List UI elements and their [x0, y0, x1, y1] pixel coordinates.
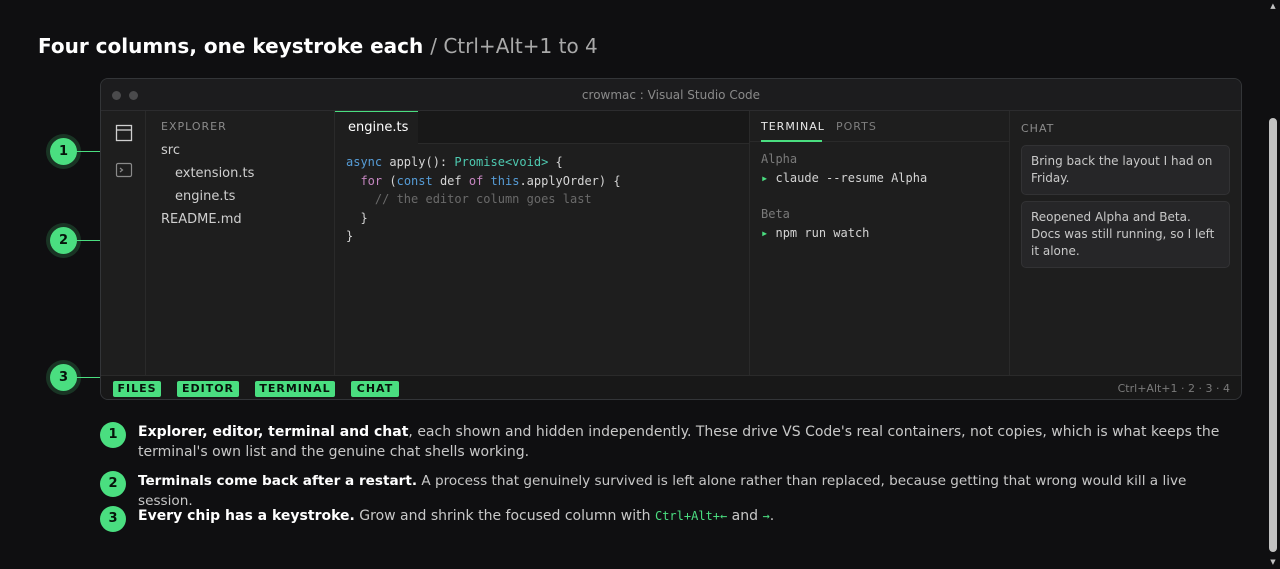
note-3-body: Grow and shrink the focused column with	[354, 508, 655, 524]
chip-files[interactable]: FILES	[113, 381, 161, 397]
status-bar: FILES EDITOR TERMINAL CHAT Ctrl+Alt+1 · …	[101, 375, 1241, 399]
scroll-up-icon[interactable]: ▲	[1269, 2, 1277, 10]
note-1-text: Explorer, editor, terminal and chat, eac…	[138, 422, 1243, 462]
code-token: {	[548, 155, 563, 169]
terminal-session-alpha-command[interactable]: ▸ claude --resume Alpha	[761, 171, 927, 185]
editor-panel: engine.ts async apply(): Promise<void> {…	[335, 111, 750, 375]
editor-tab-engine-ts[interactable]: engine.ts	[335, 111, 418, 144]
note-3-bold: Every chip has a keystroke.	[138, 508, 355, 524]
code-token: of	[468, 173, 484, 188]
prompt-icon: ▸	[761, 226, 769, 240]
note-1-number: 1	[100, 422, 126, 448]
chip-editor[interactable]: EDITOR	[177, 381, 239, 397]
activity-bar	[101, 111, 146, 375]
code-token: const	[396, 173, 433, 188]
note-2-bold: Terminals come back after a restart.	[138, 473, 417, 489]
note-2-text: Terminals come back after a restart. A p…	[138, 471, 1243, 511]
status-shortcut-hint: Ctrl+Alt+1 · 2 · 3 · 4	[1117, 382, 1230, 395]
shortcut-shrink: →	[762, 509, 770, 523]
code-view[interactable]: async apply(): Promise<void> { for (cons…	[346, 153, 621, 246]
code-token: def	[432, 173, 469, 188]
explorer-item-readme[interactable]: README.md	[161, 212, 242, 227]
code-token: }	[360, 210, 368, 225]
code-token: (	[382, 173, 397, 188]
page-title-subtitle: / Ctrl+Alt+1 to 4	[430, 34, 598, 58]
note-3-end: .	[769, 508, 775, 524]
explorer-item-engine-ts[interactable]: engine.ts	[175, 189, 235, 204]
chat-panel: CHAT Bring back the layout I had on Frid…	[1010, 111, 1241, 375]
note-2: 2 Terminals come back after a restart. A…	[100, 471, 1250, 509]
terminal-command-text: npm run watch	[775, 226, 870, 240]
shortcut-grow: Ctrl+Alt+←	[654, 509, 728, 523]
terminal-tab-bar: TERMINAL PORTS	[750, 111, 1009, 142]
terminal-panel: TERMINAL PORTS Alpha ▸ claude --resume A…	[750, 111, 1010, 375]
explorer-panel: EXPLORER src extension.ts engine.ts READ…	[146, 111, 335, 375]
code-token: apply():	[382, 155, 455, 169]
code-token: async	[346, 155, 383, 169]
marker-3: 3	[50, 364, 77, 391]
note-3-text: Every chip has a keystroke. Grow and shr…	[138, 506, 1243, 526]
prompt-icon: ▸	[761, 171, 769, 185]
note-3-mid: and	[727, 508, 763, 524]
chat-message-user: Bring back the layout I had on Friday.	[1021, 145, 1230, 195]
scrollbar-thumb[interactable]	[1269, 118, 1277, 552]
note-3: 3 Every chip has a keystroke. Grow and s…	[100, 506, 1250, 532]
explorer-item-extension-ts[interactable]: extension.ts	[175, 166, 254, 181]
chip-chat[interactable]: CHAT	[351, 381, 399, 397]
chat-header: CHAT	[1021, 122, 1055, 135]
vscode-window: crowmac : Visual Studio Code EXPLORER sr…	[100, 78, 1242, 400]
title-bar: crowmac : Visual Studio Code	[101, 79, 1241, 111]
page-title-main: Four columns, one keystroke each	[38, 34, 424, 58]
editor-tab-bar: engine.ts	[335, 111, 749, 144]
tab-terminal[interactable]: TERMINAL	[761, 120, 825, 133]
terminal-command-text: claude --resume Alpha	[775, 171, 928, 185]
page-title: Four columns, one keystroke each / Ctrl+…	[38, 34, 598, 58]
note-1-bold: Explorer, editor, terminal and chat	[138, 424, 409, 440]
code-token: Promise<void>	[454, 155, 549, 169]
note-2-number: 2	[100, 471, 126, 497]
files-layout-icon[interactable]	[114, 123, 134, 143]
note-3-number: 3	[100, 506, 126, 532]
chat-message-assistant: Reopened Alpha and Beta. Docs was still …	[1021, 201, 1230, 268]
explorer-item-src[interactable]: src	[161, 143, 180, 158]
terminal-session-beta-command[interactable]: ▸ npm run watch	[761, 226, 869, 240]
tab-ports[interactable]: PORTS	[836, 120, 877, 133]
code-token: this	[490, 173, 520, 188]
explorer-header: EXPLORER	[161, 120, 227, 133]
page-scrollbar[interactable]: ▲ ▼	[1266, 0, 1280, 569]
terminal-icon[interactable]	[114, 160, 134, 180]
code-comment: // the editor column goes last	[374, 192, 592, 206]
window-title: crowmac : Visual Studio Code	[581, 88, 761, 102]
marker-2: 2	[50, 227, 77, 254]
chip-terminal[interactable]: TERMINAL	[255, 381, 335, 397]
code-token: }	[346, 229, 354, 243]
code-token: .applyOrder) {	[519, 173, 621, 188]
terminal-tab-indicator	[761, 140, 822, 142]
terminal-session-alpha-label: Alpha	[761, 152, 798, 166]
terminal-session-beta-label: Beta	[761, 207, 790, 221]
scroll-down-icon[interactable]: ▼	[1269, 558, 1277, 566]
marker-1: 1	[50, 138, 77, 165]
note-1: 1 Explorer, editor, terminal and chat, e…	[100, 422, 1250, 464]
code-token: for	[360, 173, 383, 188]
